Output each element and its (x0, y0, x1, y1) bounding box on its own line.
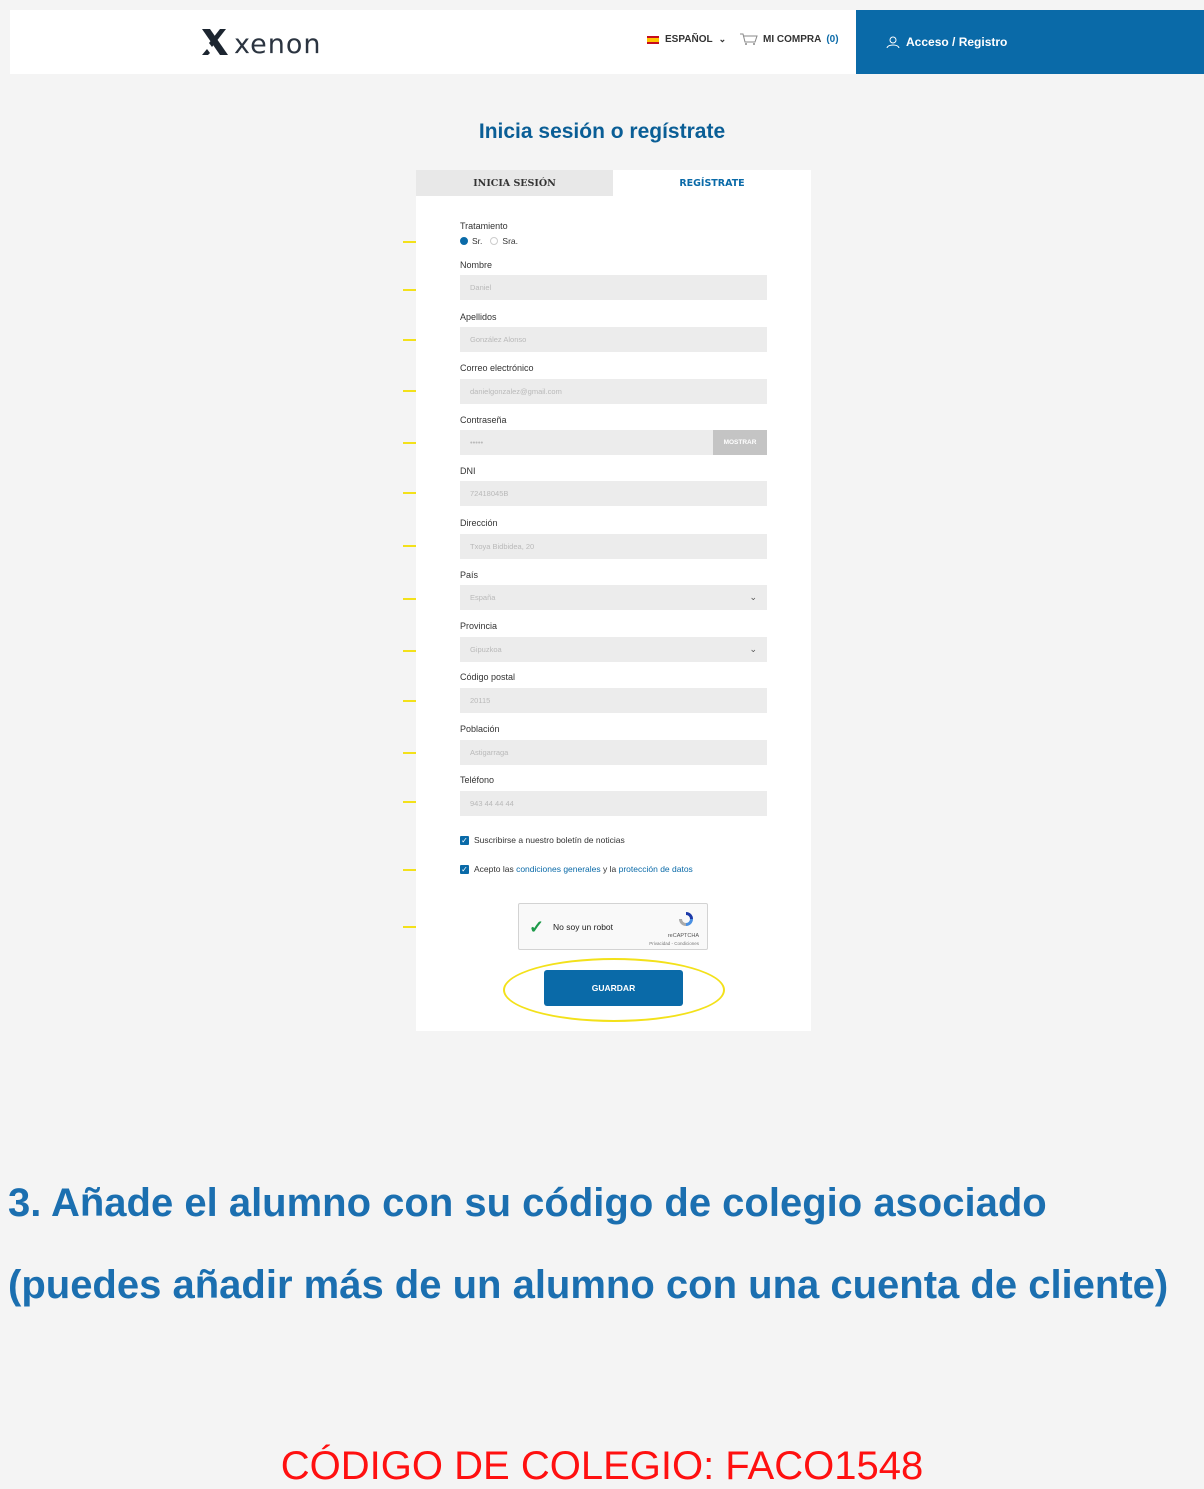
radio-sra-label: Sra. (502, 236, 518, 246)
password-label: Contraseña (460, 415, 507, 425)
name-field[interactable]: Daniel (460, 275, 767, 300)
cart-label: MI COMPRA (763, 33, 822, 45)
top-navbar: xenon ESPAÑOL ⌄ MI COMPRA (0) Acceso / R… (10, 10, 1204, 74)
terms-checkbox-row[interactable]: ✓ Acepto las condiciones generales y la … (460, 864, 693, 874)
email-value: danielgonzalez@gmail.com (470, 387, 562, 396)
surname-value: González Alonso (470, 335, 527, 344)
account-label: Acceso / Registro (906, 35, 1008, 49)
terms-checkbox[interactable]: ✓ (460, 864, 469, 874)
email-field[interactable]: danielgonzalez@gmail.com (460, 379, 767, 404)
terms-label: Acepto las condiciones generales y la pr… (474, 864, 693, 874)
general-conditions-link[interactable]: condiciones generales (516, 864, 601, 874)
recaptcha-logo-icon (679, 912, 693, 926)
country-label: País (460, 570, 479, 580)
city-value: Astigarraga (470, 748, 509, 757)
data-protection-link[interactable]: protección de datos (619, 864, 693, 874)
cart-count: (0) (826, 33, 839, 45)
xenon-logo[interactable]: xenon (200, 22, 322, 62)
address-field[interactable]: Txoya Bidbidea, 20 (460, 534, 767, 559)
show-password-button[interactable]: MOSTRAR (713, 430, 767, 455)
city-field[interactable]: Astigarraga (460, 740, 767, 765)
newsletter-checkbox[interactable]: ✓ (460, 835, 469, 845)
country-select[interactable]: España ⌄ (460, 585, 767, 610)
radio-sr-label: Sr. (472, 236, 483, 246)
postal-field[interactable]: 20115 (460, 688, 767, 713)
treatment-radio-group: Sr. Sra. (460, 236, 518, 246)
name-label: Nombre (460, 260, 493, 270)
name-value: Daniel (470, 283, 492, 292)
recaptcha-label: No soy un robot (553, 922, 614, 932)
radio-sra[interactable] (490, 237, 499, 245)
tab-register[interactable]: REGÍSTRATE (613, 170, 811, 196)
school-code-text: CÓDIGO DE COLEGIO: FACO1548 (280, 1444, 924, 1488)
postal-value: 20115 (470, 696, 491, 705)
step-3-title: 3. Añade el alumno con su código de cole… (8, 1181, 1169, 1307)
recaptcha-brand: reCAPTCHA (667, 933, 699, 939)
newsletter-checkbox-row[interactable]: ✓ Suscribirse a nuestro boletín de notic… (460, 835, 625, 845)
dni-field[interactable]: 72418045B (460, 481, 767, 506)
user-icon (886, 36, 900, 48)
recaptcha-widget[interactable]: ✓ No soy un robot reCAPTCHA Privacidad -… (518, 903, 708, 950)
dni-label: DNI (460, 466, 476, 476)
auth-tabs: INICIA SESIÓN REGÍSTRATE (416, 170, 811, 196)
province-select[interactable]: Gipuzkoa ⌄ (460, 637, 767, 662)
country-value: España (470, 593, 496, 602)
cart-link[interactable]: MI COMPRA (0) (740, 33, 839, 45)
logo-text: xenon (234, 28, 322, 60)
chevron-down-icon: ⌄ (718, 34, 727, 44)
register-card: INICIA SESIÓN REGÍSTRATE Tratamiento Sr.… (416, 170, 811, 1031)
password-field[interactable]: ••••• (460, 430, 713, 455)
dni-value: 72418045B (470, 489, 509, 498)
page-title: Inicia sesión o regístrate (478, 120, 726, 143)
address-label: Dirección (460, 518, 498, 528)
terms-mid: y la (600, 864, 619, 874)
checkmark-icon: ✓ (529, 917, 545, 937)
radio-sr[interactable] (460, 237, 468, 245)
tab-login[interactable]: INICIA SESIÓN (416, 170, 613, 196)
address-value: Txoya Bidbidea, 20 (470, 542, 535, 551)
spain-flag-icon (647, 35, 659, 44)
cart-icon (740, 33, 758, 45)
account-login-register-button[interactable]: Acceso / Registro (856, 10, 1204, 74)
phone-label: Teléfono (460, 775, 495, 785)
surname-label: Apellidos (460, 312, 497, 322)
newsletter-label: Suscribirse a nuestro boletín de noticia… (474, 835, 625, 845)
chevron-down-icon: ⌄ (749, 644, 757, 654)
save-button-highlight-circle (503, 958, 725, 1022)
chevron-down-icon: ⌄ (749, 592, 757, 602)
language-label: ESPAÑOL (665, 34, 713, 45)
phone-value: 943 44 44 44 (470, 799, 514, 808)
language-selector[interactable]: ESPAÑOL ⌄ (647, 34, 726, 45)
xenon-x-icon (202, 29, 228, 55)
phone-field[interactable]: 943 44 44 44 (460, 791, 767, 816)
treatment-label: Tratamiento (460, 221, 508, 231)
email-label: Correo electrónico (460, 363, 534, 373)
province-value: Gipuzkoa (470, 645, 502, 654)
password-value: ••••• (470, 438, 484, 447)
postal-label: Código postal (460, 672, 516, 682)
province-label: Provincia (460, 621, 498, 631)
recaptcha-terms: Privacidad - Condiciones (649, 941, 699, 946)
terms-prefix: Acepto las (474, 864, 517, 874)
city-label: Población (460, 724, 500, 734)
surname-field[interactable]: González Alonso (460, 327, 767, 352)
